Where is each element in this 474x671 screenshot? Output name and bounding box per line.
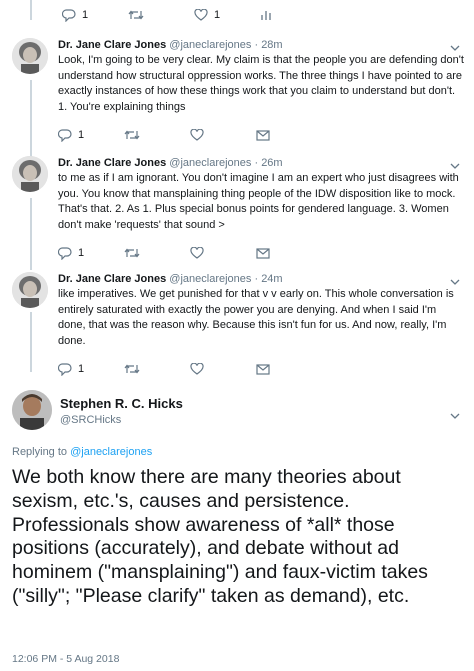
avatar[interactable] [12, 272, 48, 308]
tweet-header: Dr. Jane Clare Jones @janeclarejones · 2… [58, 38, 464, 52]
thread-line [30, 80, 32, 158]
retweet-action[interactable] [128, 9, 194, 21]
reply-icon [58, 246, 72, 260]
avatar[interactable] [12, 156, 48, 192]
tweet-text: like imperatives. We get punished for th… [58, 288, 454, 347]
tweet-header: Dr. Jane Clare Jones @janeclarejones · 2… [58, 272, 464, 286]
retweet-action[interactable] [124, 247, 190, 259]
avatar[interactable] [12, 390, 52, 430]
tweet-time[interactable]: · 24m [254, 273, 282, 285]
retweet-icon [128, 10, 144, 20]
heart-icon [190, 129, 204, 141]
author-handle[interactable]: @janeclarejones [169, 273, 251, 285]
replying-prefix: Replying to [12, 446, 71, 458]
envelope-icon [256, 247, 270, 259]
message-action[interactable] [256, 129, 270, 141]
reply-icon [62, 8, 76, 22]
envelope-icon [256, 129, 270, 141]
tweet-actions: 1 [58, 242, 464, 264]
message-action[interactable] [256, 247, 270, 259]
thread-line [30, 0, 32, 20]
tweet-actions: 1 [58, 358, 464, 380]
chevron-down-icon[interactable] [450, 408, 460, 419]
tweet-text: We both know there are many theories abo… [12, 466, 428, 607]
envelope-icon [256, 363, 270, 375]
retweet-icon [124, 130, 140, 140]
tweet-text: Look, I'm going to be very clear. My cla… [58, 54, 464, 113]
author-handle[interactable]: @janeclarejones [169, 39, 251, 51]
reply-count: 1 [78, 129, 85, 141]
heart-icon [190, 247, 204, 259]
tweet-timestamp[interactable]: 12:06 PM - 5 Aug 2018 [12, 653, 119, 665]
reply-count: 1 [78, 247, 85, 259]
author-name[interactable]: Dr. Jane Clare Jones [58, 157, 166, 169]
author-handle[interactable]: @SRCHicks [60, 414, 121, 426]
reply-action[interactable]: 1 [62, 8, 128, 22]
reply-count: 1 [82, 9, 89, 21]
analytics-action[interactable] [260, 9, 272, 21]
reply-icon [58, 362, 72, 376]
heart-icon [194, 9, 208, 21]
tweet-time[interactable]: · 26m [254, 157, 282, 169]
retweet-icon [124, 364, 140, 374]
tweet-time[interactable]: · 28m [254, 39, 282, 51]
replying-to-link[interactable]: @janeclarejones [70, 446, 152, 458]
like-action[interactable] [190, 363, 256, 375]
thread-line [30, 198, 32, 270]
heart-icon [190, 363, 204, 375]
thread-line [30, 312, 32, 372]
reply-action[interactable]: 1 [58, 246, 124, 260]
like-count: 1 [214, 9, 221, 21]
reply-action[interactable]: 1 [58, 128, 124, 142]
reply-count: 1 [78, 363, 85, 375]
message-action[interactable] [256, 363, 270, 375]
replying-to: Replying to @janeclarejones [12, 446, 152, 458]
reply-action[interactable]: 1 [58, 362, 124, 376]
avatar[interactable] [12, 38, 48, 74]
top-tweet-actions: 1 1 [62, 4, 302, 26]
like-action[interactable]: 1 [194, 9, 260, 21]
tweet-text: to me as if I am ignorant. You don't ima… [58, 172, 459, 231]
like-action[interactable] [190, 247, 256, 259]
tweet-actions: 1 [58, 124, 464, 146]
tweet-header: Dr. Jane Clare Jones @janeclarejones · 2… [58, 156, 464, 170]
author-handle[interactable]: @janeclarejones [169, 157, 251, 169]
author-name[interactable]: Dr. Jane Clare Jones [58, 273, 166, 285]
retweet-action[interactable] [124, 129, 190, 141]
reply-icon [58, 128, 72, 142]
author-name[interactable]: Stephen R. C. Hicks [60, 396, 183, 411]
like-action[interactable] [190, 129, 256, 141]
analytics-icon [261, 11, 271, 20]
retweet-action[interactable] [124, 363, 190, 375]
author-name[interactable]: Dr. Jane Clare Jones [58, 39, 166, 51]
retweet-icon [124, 248, 140, 258]
